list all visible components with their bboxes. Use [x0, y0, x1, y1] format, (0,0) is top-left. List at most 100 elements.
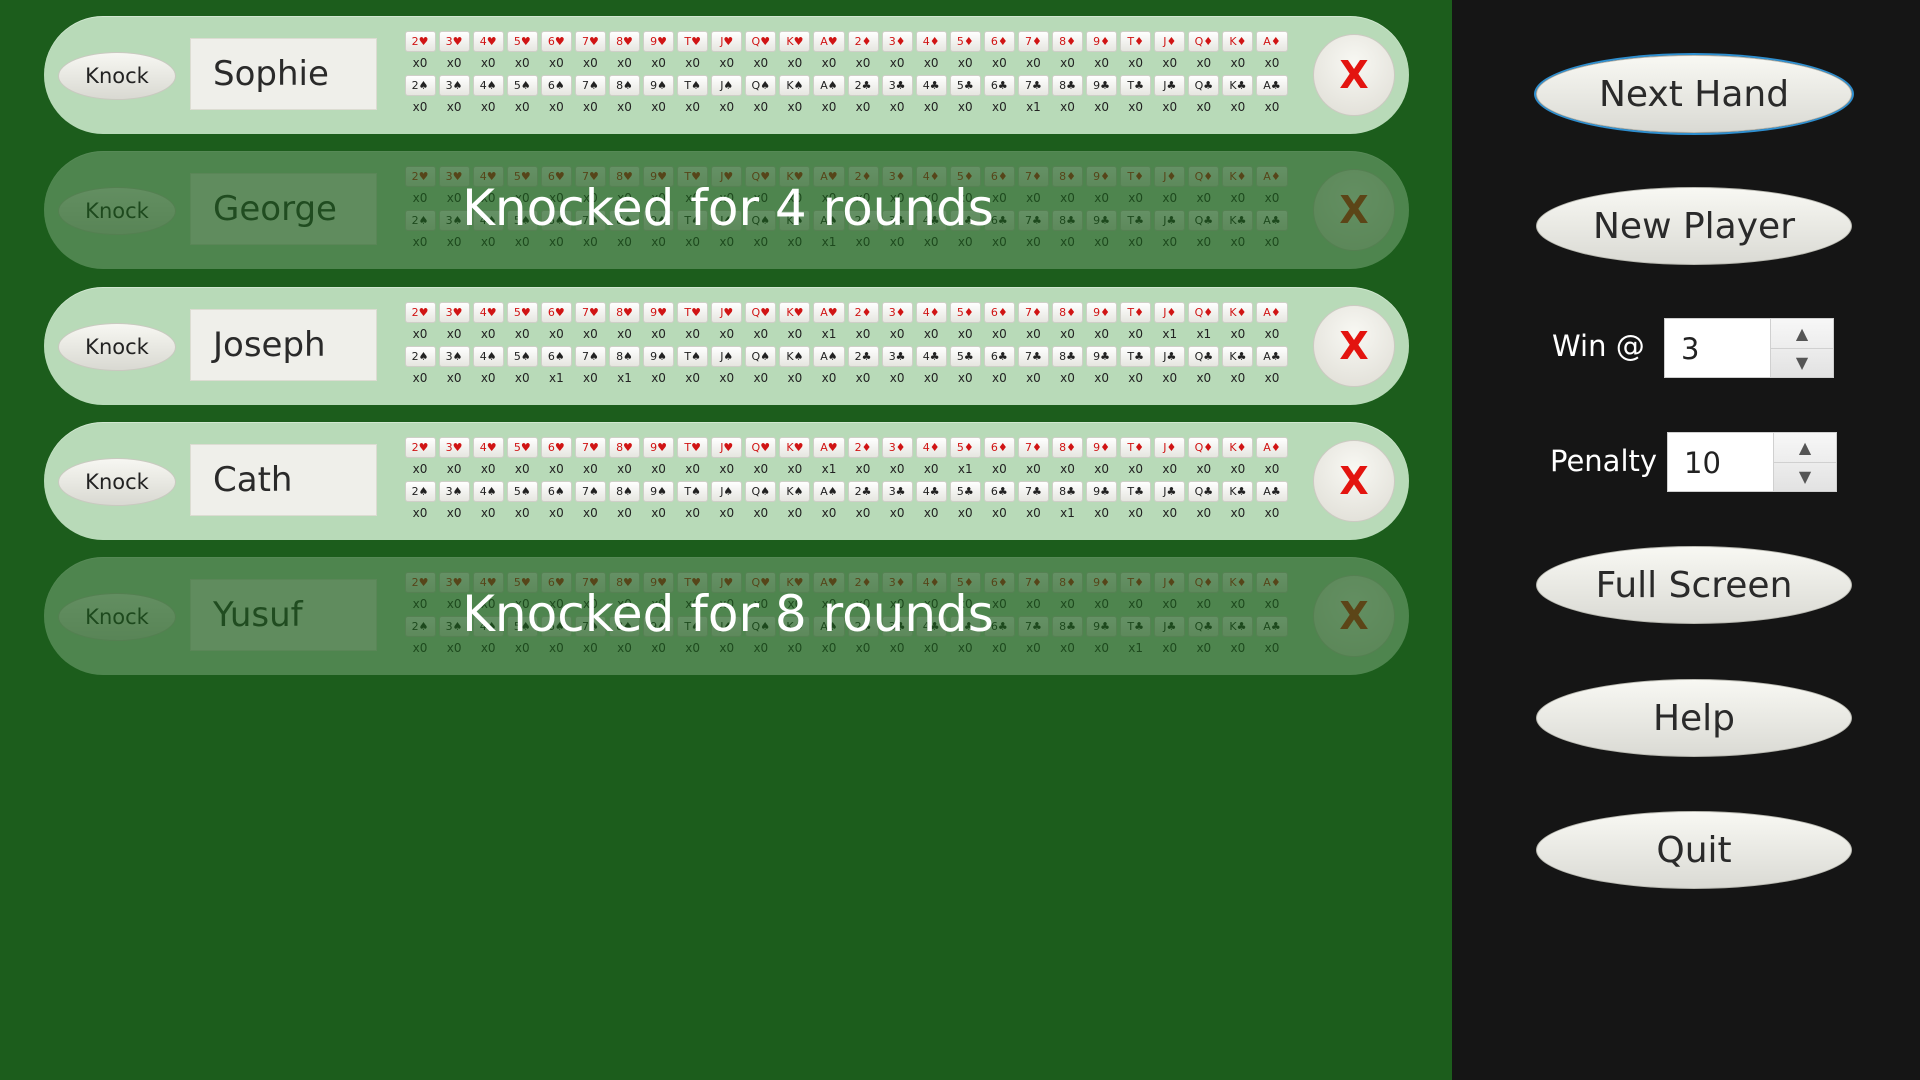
card-button[interactable]: 4♠ — [472, 481, 504, 502]
card-button[interactable]: 7♥ — [574, 302, 606, 323]
player-name-field[interactable]: Joseph — [190, 309, 377, 381]
card-button[interactable]: Q♠ — [745, 481, 777, 502]
penalty-stepper[interactable]: ▲ ▼ — [1773, 433, 1836, 491]
card-button[interactable]: 4♣ — [915, 75, 947, 96]
card-button[interactable]: T♣ — [1120, 346, 1152, 367]
card-button[interactable]: 8♠ — [608, 75, 641, 96]
card-button[interactable]: A♠ — [813, 346, 845, 367]
card-button[interactable]: J♣ — [1154, 346, 1186, 367]
card-button[interactable]: T♦ — [1120, 572, 1152, 593]
card-button[interactable]: 9♦ — [1086, 572, 1118, 593]
card-button[interactable]: 3♣ — [881, 481, 913, 502]
card-button[interactable]: 9♣ — [1086, 75, 1118, 96]
card-button[interactable]: 2♠ — [404, 75, 436, 96]
player-name-field[interactable]: Sophie — [190, 38, 377, 110]
card-button[interactable]: 2♣ — [847, 75, 879, 96]
card-button[interactable]: A♦ — [1256, 437, 1288, 458]
remove-player-button[interactable]: X — [1313, 440, 1395, 522]
card-button[interactable]: 7♠ — [574, 346, 606, 367]
card-button[interactable]: 4♦ — [915, 437, 947, 458]
card-button[interactable]: T♦ — [1120, 31, 1152, 52]
card-button[interactable]: 3♥ — [438, 31, 470, 52]
card-button[interactable]: 4♠ — [472, 346, 504, 367]
card-button[interactable]: 7♠ — [574, 481, 606, 502]
chevron-up-icon[interactable]: ▲ — [1774, 433, 1836, 463]
penalty-value[interactable]: 10 — [1684, 433, 1721, 493]
card-button[interactable]: 2♣ — [847, 481, 879, 502]
card-button[interactable]: J♦ — [1154, 572, 1186, 593]
card-button[interactable]: T♣ — [1120, 481, 1152, 502]
card-button[interactable]: 5♠ — [506, 75, 538, 96]
card-button[interactable]: A♣ — [1256, 616, 1288, 637]
card-button[interactable]: Q♥ — [745, 31, 777, 52]
card-button[interactable]: 5♦ — [949, 31, 981, 52]
card-button[interactable]: K♣ — [1222, 616, 1254, 637]
card-button[interactable]: K♦ — [1222, 437, 1254, 458]
card-button[interactable]: 9♥ — [643, 302, 675, 323]
card-button[interactable]: 8♥ — [608, 31, 641, 52]
card-button[interactable]: K♣ — [1222, 210, 1254, 231]
card-button[interactable]: 4♥ — [472, 31, 504, 52]
card-button[interactable]: Q♦ — [1188, 31, 1220, 52]
win-value[interactable]: 3 — [1681, 319, 1699, 379]
card-button[interactable]: 6♣ — [983, 75, 1015, 96]
card-button[interactable]: 8♦ — [1051, 302, 1084, 323]
card-button[interactable]: J♠ — [711, 75, 743, 96]
knock-button[interactable]: Knock — [58, 52, 176, 100]
card-button[interactable]: A♣ — [1256, 75, 1288, 96]
card-button[interactable]: 6♠ — [540, 346, 572, 367]
card-button[interactable]: 5♥ — [506, 31, 538, 52]
card-button[interactable]: 3♦ — [881, 31, 913, 52]
card-button[interactable]: 9♦ — [1086, 302, 1118, 323]
card-button[interactable]: T♦ — [1120, 302, 1152, 323]
card-button[interactable]: 2♥ — [404, 31, 436, 52]
card-button[interactable]: K♥ — [779, 302, 811, 323]
knock-button[interactable]: Knock — [58, 458, 176, 506]
card-button[interactable]: T♦ — [1120, 437, 1152, 458]
card-button[interactable]: J♠ — [711, 481, 743, 502]
card-button[interactable]: 7♣ — [1017, 346, 1049, 367]
card-button[interactable]: 3♥ — [438, 437, 470, 458]
card-button[interactable]: A♦ — [1256, 572, 1288, 593]
card-button[interactable]: 5♣ — [949, 75, 981, 96]
card-button[interactable]: 2♦ — [847, 302, 879, 323]
card-button[interactable]: T♣ — [1120, 616, 1152, 637]
card-button[interactable]: K♦ — [1222, 31, 1254, 52]
new-player-button[interactable]: New Player — [1536, 187, 1852, 265]
card-button[interactable]: A♦ — [1256, 302, 1288, 323]
card-button[interactable]: 9♠ — [643, 481, 675, 502]
card-button[interactable]: A♠ — [813, 481, 845, 502]
card-button[interactable]: 6♣ — [983, 346, 1015, 367]
card-button[interactable]: 4♦ — [915, 31, 947, 52]
card-button[interactable]: J♣ — [1154, 481, 1186, 502]
penalty-spinbox[interactable]: 10 ▲ ▼ — [1667, 432, 1837, 492]
card-button[interactable]: A♥ — [813, 302, 845, 323]
card-button[interactable]: J♣ — [1154, 210, 1186, 231]
card-button[interactable]: 8♥ — [608, 302, 641, 323]
card-button[interactable]: 4♠ — [472, 75, 504, 96]
card-button[interactable]: 4♣ — [915, 346, 947, 367]
card-button[interactable]: 2♥ — [404, 166, 436, 187]
win-spinbox[interactable]: 3 ▲ ▼ — [1664, 318, 1834, 378]
card-button[interactable]: 9♦ — [1086, 437, 1118, 458]
card-button[interactable]: 2♦ — [847, 31, 879, 52]
card-button[interactable]: 3♣ — [881, 75, 913, 96]
card-button[interactable]: 8♣ — [1051, 346, 1084, 367]
card-button[interactable]: 6♦ — [983, 31, 1015, 52]
knock-button[interactable]: Knock — [58, 187, 176, 235]
knock-button[interactable]: Knock — [58, 593, 176, 641]
card-button[interactable]: Q♣ — [1188, 346, 1220, 367]
card-button[interactable]: J♦ — [1154, 31, 1186, 52]
card-button[interactable]: 3♠ — [438, 75, 470, 96]
player-name-field[interactable]: George — [190, 173, 377, 245]
card-button[interactable]: Q♦ — [1188, 572, 1220, 593]
card-button[interactable]: 2♠ — [404, 210, 436, 231]
card-button[interactable]: 7♣ — [1017, 616, 1049, 637]
card-button[interactable]: 8♠ — [608, 346, 641, 367]
card-button[interactable]: 5♦ — [949, 302, 981, 323]
card-button[interactable]: 5♦ — [949, 437, 981, 458]
card-button[interactable]: K♥ — [779, 31, 811, 52]
card-button[interactable]: 4♣ — [915, 481, 947, 502]
card-button[interactable]: Q♣ — [1188, 75, 1220, 96]
card-button[interactable]: 2♠ — [404, 616, 436, 637]
